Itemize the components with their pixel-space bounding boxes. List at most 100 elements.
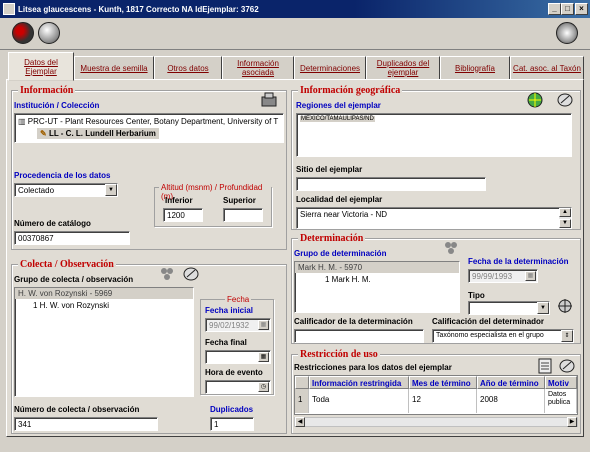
grupo-colecta-header[interactable]: H. W. von Rozynski - 5969 <box>15 288 193 299</box>
sitio-label: Sitio del ejemplar <box>296 165 363 174</box>
tab-datos-ejemplar[interactable]: Datos del Ejemplar <box>8 52 74 81</box>
globe-icon[interactable] <box>526 91 544 109</box>
determinacion-group: Determinación Grupo de determinación Mar… <box>291 233 581 344</box>
tab-duplicados[interactable]: Duplicados del ejemplar <box>366 56 440 80</box>
tab-cat-asoc-taxon[interactable]: Cat. asoc. al Taxón <box>510 56 584 80</box>
tab-strip: Datos del Ejemplar Muestra de semilla Ot… <box>6 52 584 81</box>
numero-colecta-input[interactable]: 341 <box>14 417 158 431</box>
localidad-scrollbar[interactable]: ▲ ▼ <box>559 208 571 228</box>
tab-informacion-asociada[interactable]: Información asociada <box>222 56 294 80</box>
grupo-determinacion-list[interactable]: Mark H. M. - 5970 1 Mark H. M. <box>294 261 460 313</box>
catalogo-input[interactable]: 00370867 <box>14 231 130 245</box>
chevron-down-icon[interactable]: ▼ <box>537 302 549 314</box>
sitio-input[interactable] <box>296 177 486 191</box>
collectors-icon[interactable] <box>158 265 176 283</box>
tab-bibliografia[interactable]: Bibliografía <box>440 56 510 80</box>
cell-anio[interactable]: 2008 <box>477 389 545 413</box>
cell-motivo[interactable]: Datos publica <box>545 389 577 413</box>
cell-mes[interactable]: 12 <box>409 389 477 413</box>
tipo-label: Tipo <box>468 291 485 300</box>
col-header-motivo[interactable]: Motiv <box>545 376 577 389</box>
eraser-icon[interactable] <box>556 91 574 109</box>
hora-label: Hora de evento <box>205 368 263 377</box>
institucion-tree-child[interactable]: LL - C. L. Lundell Herbarium <box>49 129 156 138</box>
minimize-button[interactable]: _ <box>548 3 561 15</box>
col-header-anio[interactable]: Año de término <box>477 376 545 389</box>
clock-icon[interactable]: ◷ <box>258 382 269 392</box>
scroll-down-icon[interactable]: ▼ <box>559 219 571 228</box>
close-button[interactable]: × <box>575 3 588 15</box>
table-corner <box>295 376 309 389</box>
institucion-tree[interactable]: ▥ PRC-UT - Plant Resources Center, Botan… <box>14 113 284 143</box>
procedencia-value: Colectado <box>18 186 55 195</box>
calificacion-value: Taxónomo especialista en el grupo <box>436 332 544 339</box>
calificacion-select[interactable]: Taxónomo especialista en el grupo ⇕ <box>432 329 574 343</box>
regiones-label: Regiones del ejemplar <box>296 101 381 110</box>
tab-determinaciones[interactable]: Determinaciones <box>294 56 366 80</box>
calendar-icon[interactable]: ▦ <box>258 352 269 362</box>
row-number[interactable]: 1 <box>295 389 309 413</box>
informacion-group: Información Institución / Colección ▥ PR… <box>11 85 287 250</box>
grupo-determinacion-header[interactable]: Mark H. M. - 5970 <box>295 262 459 273</box>
fecha-inicial-input[interactable]: 99/02/1932 ▦ <box>205 318 271 332</box>
numero-colecta-label: Número de colecta / observación <box>14 405 140 414</box>
scroll-up-icon[interactable]: ▲ <box>559 208 571 217</box>
tab-muestra-semilla[interactable]: Muestra de semilla <box>74 56 154 80</box>
cell-info[interactable]: Toda <box>309 389 409 413</box>
duplicados-input[interactable]: 1 <box>210 417 254 431</box>
calificador-input[interactable] <box>294 329 424 343</box>
grupo-colecta-list[interactable]: H. W. von Rozynski - 5969 1 H. W. von Ro… <box>14 287 194 397</box>
window-title: Litsea glaucescens - Kunth, 1817 Correct… <box>18 4 259 14</box>
determiners-icon[interactable] <box>442 239 460 257</box>
calendar-icon[interactable]: ▦ <box>525 271 536 281</box>
hora-input[interactable]: ◷ <box>205 380 271 394</box>
localidad-textarea[interactable]: Sierra near Victoria - ND ▲ ▼ <box>296 207 572 229</box>
localidad-label: Localidad del ejemplar <box>296 195 383 204</box>
inferior-input[interactable]: 1200 <box>163 208 203 222</box>
fecha-inicial-value: 99/02/1932 <box>209 321 250 330</box>
informacion-title: Información <box>18 85 76 96</box>
exit-door-icon[interactable] <box>556 22 578 44</box>
restricciones-table: Información restringida Mes de término A… <box>294 375 578 415</box>
crosshair-icon[interactable] <box>556 297 574 315</box>
calificador-label: Calificador de la determinación <box>294 317 413 326</box>
save-icon[interactable] <box>38 22 60 44</box>
calendar-icon[interactable]: ▦ <box>258 320 269 330</box>
eraser-icon[interactable] <box>182 265 200 283</box>
institucion-label: Institución / Colección <box>14 101 100 110</box>
grupo-determinacion-item[interactable]: 1 Mark H. M. <box>295 273 459 284</box>
fecha-determinacion-input[interactable]: 99/99/1993 ▦ <box>468 269 538 283</box>
tipo-select[interactable]: ▼ <box>468 301 550 315</box>
fecha-final-input[interactable]: ▦ <box>205 350 271 364</box>
regiones-list[interactable]: MEXICO/TAMAULIPAS/ND <box>296 113 572 157</box>
calificacion-label: Calificación del determinador <box>432 317 545 326</box>
search-institution-icon[interactable] <box>260 91 278 109</box>
table-hscrollbar[interactable]: ◀ ▶ <box>294 417 578 427</box>
superior-label: Superior <box>223 196 256 205</box>
window-bottom-border <box>0 439 590 452</box>
eraser-icon[interactable] <box>558 357 576 375</box>
tab-otros-datos[interactable]: Otros datos <box>154 56 222 80</box>
fecha-final-label: Fecha final <box>205 338 247 347</box>
fecha-inicial-label: Fecha inicial <box>205 306 254 315</box>
chevron-down-icon[interactable]: ▼ <box>105 184 117 196</box>
maximize-button[interactable]: □ <box>561 3 574 15</box>
geografica-group: Información geográfica Regiones del ejem… <box>291 85 581 230</box>
col-header-mes[interactable]: Mes de término <box>409 376 477 389</box>
cancel-icon[interactable] <box>12 22 34 44</box>
spinner-icon[interactable]: ⇕ <box>561 330 573 342</box>
superior-input[interactable] <box>223 208 263 222</box>
procedencia-select[interactable]: Colectado ▼ <box>14 183 118 197</box>
scroll-left-icon[interactable]: ◀ <box>295 417 305 427</box>
catalogo-label: Número de catálogo <box>14 219 91 228</box>
scroll-right-icon[interactable]: ▶ <box>567 417 577 427</box>
procedencia-label: Procedencia de los datos <box>14 171 111 180</box>
grupo-colecta-label: Grupo de colecta / observación <box>14 275 134 284</box>
toolbar <box>0 18 590 50</box>
regiones-item[interactable]: MEXICO/TAMAULIPAS/ND <box>300 116 375 122</box>
colecta-group: Colecta / Observación Grupo de colecta /… <box>11 259 287 434</box>
col-header-info[interactable]: Información restringida <box>309 376 409 389</box>
grupo-colecta-item[interactable]: 1 H. W. von Rozynski <box>15 299 193 310</box>
edit-list-icon[interactable] <box>536 357 554 375</box>
inferior-label: Inferior <box>165 196 193 205</box>
